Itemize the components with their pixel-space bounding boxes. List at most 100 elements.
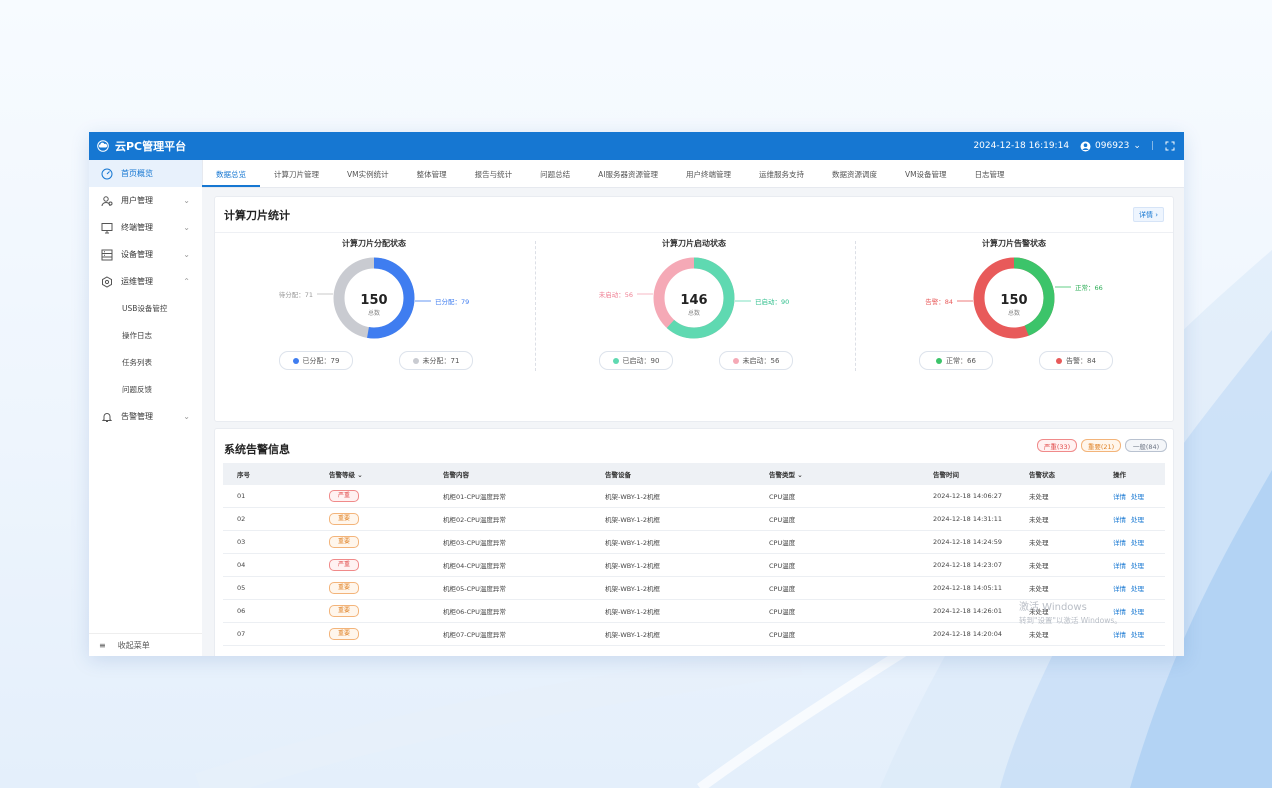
table-row: 01 严重 机柜01-CPU温度异常 机架-WBY-1-2机框 CPU温度 2024-12… (223, 485, 1165, 508)
detail-link[interactable]: 详情 (1113, 516, 1126, 524)
legend-pill-not-started[interactable]: 未启动：56 (719, 351, 793, 370)
legend-pill-normal[interactable]: 正常：66 (919, 351, 993, 370)
table-row: 04 严重 机柜04-CPU温度异常 机架-WBY-1-2机框 CPU温度 2024-12… (223, 553, 1165, 577)
tab-ops-support[interactable]: 运维服务支持 (745, 169, 818, 187)
col-header: 序号 (223, 463, 315, 485)
handle-link[interactable]: 处理 (1131, 631, 1144, 639)
pill-label: 正常：66 (946, 356, 976, 365)
donut-unit: 总数 (1008, 309, 1020, 317)
chevron-down-icon: ⌄ (183, 223, 190, 232)
table-cell: 2024-12-18 14:26:01 (919, 599, 1015, 623)
handle-link[interactable]: 处理 (1131, 608, 1144, 616)
pill-label: 已启动：90 (622, 356, 660, 365)
top-bar: 云PC管理平台 2024-12-18 16:19:14 096923 ⌄ | (89, 132, 1184, 160)
tab-overall[interactable]: 整体管理 (403, 169, 461, 187)
handle-link[interactable]: 处理 (1131, 493, 1144, 501)
chart-title: 计算刀片分配状态 (342, 239, 406, 248)
sidebar-subitem-feedback[interactable]: 问题反馈 (89, 376, 202, 403)
sidebar-item-ops[interactable]: 运维管理 ⌃ (89, 268, 202, 295)
handle-link[interactable]: 处理 (1131, 539, 1144, 547)
watermark-line1: 激活 Windows (1019, 602, 1087, 613)
col-header-level[interactable]: 告警等级 ⌄ (315, 463, 429, 485)
user-id: 096923 (1095, 141, 1130, 151)
tab-scheduling[interactable]: 数据资源调度 (818, 169, 891, 187)
sidebar-item-overview[interactable]: 首页概览 (89, 160, 202, 187)
donut-svg: 未启动：56 已启动：90 146 总数 (599, 257, 789, 339)
collapse-label: 收起菜单 (117, 640, 150, 650)
sidebar-subitem-usb[interactable]: USB设备管控 (89, 295, 202, 322)
sidebar-subitem-logs[interactable]: 操作日志 (89, 322, 202, 349)
badge-severe[interactable]: 严重(33) (1037, 439, 1077, 452)
donut-total: 150 (360, 293, 387, 308)
detail-link[interactable]: 详情 (1113, 562, 1126, 570)
level-badge: 严重 (329, 490, 359, 502)
table-cell: CPU温度 (755, 622, 919, 646)
badge-normal[interactable]: 一般(84) (1125, 439, 1167, 452)
legend-pill-allocated[interactable]: 已分配：79 (279, 351, 353, 370)
detail-link[interactable]: 详情 (1113, 539, 1126, 547)
col-header: 操作 (1099, 463, 1165, 485)
sidebar-item-alarms[interactable]: 告警管理 ⌄ (89, 403, 202, 430)
main-content: 计算刀片统计 详情 › 计算刀片分配状态 待分配：71 已分配：79 150 总… (202, 188, 1184, 656)
table-cell: CPU温度 (755, 485, 919, 508)
sidebar-subitem-tasks[interactable]: 任务列表 (89, 349, 202, 376)
tab-user-terminals[interactable]: 用户终端管理 (672, 169, 745, 187)
detail-link[interactable]: 详情 (1113, 631, 1126, 639)
sidebar-item-devices[interactable]: 设备管理 ⌄ (89, 241, 202, 268)
app-title: 云PC管理平台 (115, 140, 187, 153)
level-cell: 重要 (315, 576, 429, 600)
tab-blades[interactable]: 计算刀片管理 (260, 169, 333, 187)
legend-pill-started[interactable]: 已启动：90 (599, 351, 673, 370)
donut-total: 146 (680, 293, 707, 308)
bell-icon (101, 411, 113, 423)
alloc-chart: 计算刀片分配状态 待分配：71 已分配：79 150 总数 已分配：79 未分配… (215, 238, 533, 373)
tab-vm-stats[interactable]: VM实例统计 (333, 169, 403, 187)
table-cell: 2024-12-18 14:05:11 (919, 576, 1015, 600)
handle-link[interactable]: 处理 (1131, 585, 1144, 593)
pill-label: 未分配：71 (422, 356, 460, 365)
tab-overview[interactable]: 数据总览 (202, 169, 260, 187)
fullscreen-icon[interactable] (1164, 140, 1176, 152)
legend-dot (1056, 357, 1063, 364)
handle-link[interactable]: 处理 (1131, 516, 1144, 524)
sidebar-item-terminals[interactable]: 终端管理 ⌄ (89, 214, 202, 241)
legend-dot (612, 357, 619, 364)
monitor-icon (101, 222, 113, 234)
level-cell: 严重 (315, 485, 429, 508)
tab-ai-servers[interactable]: AI服务器资源管理 (584, 169, 672, 187)
pill-label: 告警：84 (1066, 356, 1096, 365)
app-window: 云PC管理平台 2024-12-18 16:19:14 096923 ⌄ | 首… (89, 132, 1184, 656)
tab-logs[interactable]: 日志管理 (961, 169, 1019, 187)
table-cell: 2024-12-18 14:20:04 (919, 622, 1015, 646)
badge-important[interactable]: 重要(21) (1081, 439, 1121, 452)
startup-chart: 计算刀片启动状态 未启动：56 已启动：90 146 总数 已启动：90 未启动… (535, 238, 853, 373)
level-cell: 严重 (315, 553, 429, 577)
sidebar-item-users[interactable]: 用户管理 ⌄ (89, 187, 202, 214)
donut-unit: 总数 (688, 309, 700, 317)
watermark-line2: 转到"设置"以激活 Windows。 (1019, 616, 1122, 625)
level-cell: 重要 (315, 599, 429, 623)
tab-vm-devices[interactable]: VM设备管理 (891, 169, 961, 187)
server-icon (101, 249, 113, 261)
chevron-up-icon: ⌃ (183, 277, 190, 286)
detail-link[interactable]: 详情 (1113, 493, 1126, 501)
user-avatar-icon (1079, 140, 1091, 152)
handle-link[interactable]: 处理 (1131, 562, 1144, 570)
left-label: 告警：84 (925, 297, 953, 306)
legend-pill-unallocated[interactable]: 未分配：71 (399, 351, 473, 370)
legend-pill-alarm[interactable]: 告警：84 (1039, 351, 1113, 370)
table-cell: CPU温度 (755, 553, 919, 577)
col-header: 告警时间 (919, 463, 1015, 485)
table-cell: 机柜02-CPU温度异常 (429, 507, 591, 531)
table-cell: 机架-WBY-1-2机框 (591, 530, 755, 554)
tab-issues[interactable]: 问题总结 (526, 169, 584, 187)
user-menu[interactable]: 096923 ⌄ (1079, 140, 1141, 152)
sidebar-item-label: 运维管理 (121, 277, 153, 286)
table-cell: 06 (223, 599, 315, 623)
detail-link[interactable]: 详情 (1113, 585, 1126, 593)
col-header-type[interactable]: 告警类型 ⌄ (755, 463, 919, 485)
collapse-menu-button[interactable]: ≡ 收起菜单 (89, 633, 202, 656)
brand: 云PC管理平台 (89, 138, 186, 154)
detail-button[interactable]: 详情 › (1133, 207, 1164, 222)
tab-reports[interactable]: 报告与统计 (461, 169, 527, 187)
